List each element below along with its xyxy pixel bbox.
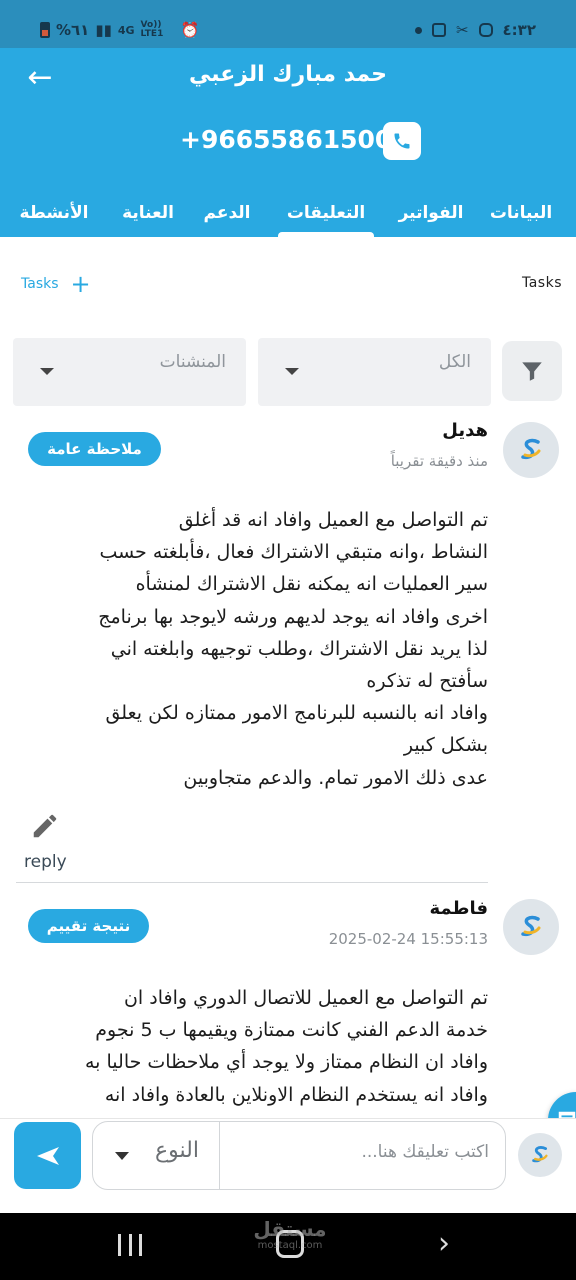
comment-type-select[interactable]: النوع xyxy=(155,1138,199,1163)
mention-filter-dropdown[interactable]: المنشنات xyxy=(13,338,246,406)
clock-time: ٤:٣٢ xyxy=(502,21,536,39)
recent-apps-icon xyxy=(139,1234,142,1256)
comment-time: 2025-02-24 15:55:13 xyxy=(328,930,488,948)
add-task-button[interactable]: Tasks + xyxy=(21,272,91,296)
caret-down-icon xyxy=(285,368,299,375)
tab-care[interactable]: العناية xyxy=(116,194,180,237)
instagram-icon xyxy=(478,23,493,37)
recent-apps-icon xyxy=(118,1234,121,1256)
composer-avatar xyxy=(518,1133,562,1177)
recent-apps-button[interactable] xyxy=(118,1234,142,1256)
phone-row: +96655861500 xyxy=(0,118,576,164)
contact-name: حمد مبارك الزعبي xyxy=(188,62,388,87)
divider xyxy=(16,882,488,883)
notification-dot-icon xyxy=(414,26,422,34)
caret-down-icon xyxy=(115,1152,129,1160)
s-logo-icon xyxy=(532,1146,548,1163)
network-type: 4G xyxy=(117,23,135,37)
s-logo-icon xyxy=(521,438,541,460)
filter-icon xyxy=(522,362,542,381)
status-left: %٦١ ▮▮ 4G Vo)) LTE1 ⏰ xyxy=(40,21,199,39)
watermark-sub: mostaql.com xyxy=(257,1240,323,1251)
tab-bar: البيانات الفواتير التعليقات الدعم العناي… xyxy=(0,194,576,237)
send-icon xyxy=(36,1146,59,1165)
comment-author: هديل xyxy=(442,420,488,441)
add-task-label: Tasks xyxy=(21,276,59,292)
alarm-icon: ⏰ xyxy=(180,21,200,39)
nav-back-button[interactable]: › xyxy=(438,1228,450,1260)
input-separator xyxy=(219,1122,220,1189)
reply-link[interactable]: reply xyxy=(24,852,67,872)
comment-input-placeholder: اكتب تعليقك هنا... xyxy=(361,1142,489,1162)
status-bar: %٦١ ▮▮ 4G Vo)) LTE1 ⏰ ✂ ٤:٣٢ xyxy=(0,0,576,48)
tab-invoices[interactable]: الفواتير xyxy=(398,194,464,237)
avatar xyxy=(503,899,559,955)
watermark: مستقل xyxy=(253,1217,327,1241)
call-button[interactable] xyxy=(383,122,421,160)
status-right: ✂ ٤:٣٢ xyxy=(414,21,536,39)
tab-data[interactable]: البيانات xyxy=(488,194,554,237)
avatar xyxy=(503,422,559,478)
comment-type-badge: نتيجة تقييم xyxy=(28,909,149,943)
recent-apps-icon xyxy=(128,1234,132,1256)
edit-icon[interactable] xyxy=(30,811,60,841)
plus-icon: + xyxy=(70,270,91,298)
signal-icon: ▮▮ xyxy=(95,21,112,39)
comment-author: فاطمة xyxy=(429,898,488,919)
scissors-icon: ✂ xyxy=(455,21,469,39)
mention-filter-value: المنشنات xyxy=(159,352,226,372)
filter-button[interactable] xyxy=(502,341,562,401)
app-icon xyxy=(431,23,446,37)
tasks-title: Tasks xyxy=(521,275,562,291)
header: %٦١ ▮▮ 4G Vo)) LTE1 ⏰ ✂ ٤:٣٢ ← حمد مبارك… xyxy=(0,0,576,237)
battery-level: %٦١ xyxy=(56,21,90,39)
caret-down-icon xyxy=(40,368,54,375)
tab-comments[interactable]: التعليقات xyxy=(278,194,374,237)
comment-body: تم التواصل مع العميل وافاد انه قد أغلق ا… xyxy=(98,509,488,789)
comment-type-badge: ملاحظة عامة xyxy=(28,432,161,466)
type-filter-value: الكل xyxy=(438,352,471,372)
s-logo-icon xyxy=(521,915,541,937)
app-screen: %٦١ ▮▮ 4G Vo)) LTE1 ⏰ ✂ ٤:٣٢ ← حمد مبارك… xyxy=(0,0,576,1280)
volte-label: Vo)) LTE1 xyxy=(140,20,164,39)
comment-time: منذ دقيقة تقريباً xyxy=(390,452,488,470)
tab-support[interactable]: الدعم xyxy=(200,194,254,237)
comment-input[interactable]: اكتب تعليقك هنا... النوع xyxy=(92,1121,506,1190)
phone-number: +96655861500 xyxy=(180,125,393,154)
battery-icon xyxy=(40,22,50,38)
send-button[interactable] xyxy=(14,1122,81,1189)
type-filter-dropdown[interactable]: الكل xyxy=(258,338,491,406)
chevron-right-icon: › xyxy=(438,1226,450,1261)
tab-activities[interactable]: الأنشطة xyxy=(14,194,94,237)
comment-body: تم التواصل مع العميل للاتصال الدوري وافا… xyxy=(85,987,488,1106)
phone-icon xyxy=(394,133,410,149)
